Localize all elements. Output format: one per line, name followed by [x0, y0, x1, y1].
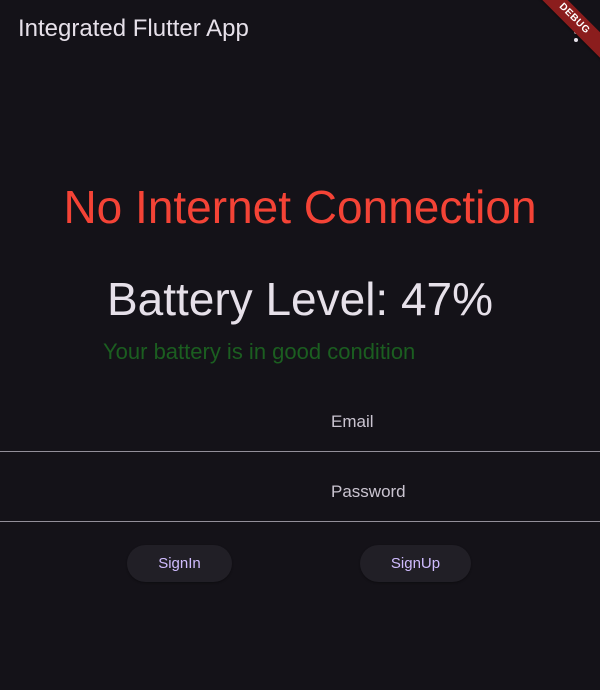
password-field[interactable]: Password	[0, 466, 600, 522]
email-field[interactable]: Email	[0, 396, 600, 452]
email-field-label: Email	[331, 412, 374, 431]
signup-button[interactable]: SignUp	[360, 545, 471, 582]
signin-button-label: SignIn	[158, 555, 201, 572]
battery-status-text: Your battery is in good condition	[103, 339, 416, 364]
password-field-label: Password	[331, 482, 406, 501]
battery-level-text: Battery Level: 47%	[106, 273, 494, 325]
menu-dot	[574, 38, 578, 42]
email-field-underline	[0, 451, 600, 452]
signup-button-label: SignUp	[390, 555, 441, 572]
app-window: Integrated Flutter App DEBUG No Internet…	[0, 0, 600, 690]
app-title: Integrated Flutter App	[18, 15, 249, 42]
app-bar: Integrated Flutter App	[0, 0, 600, 64]
connection-status-text: No Internet Connection	[63, 181, 537, 233]
signin-button[interactable]: SignIn	[127, 545, 232, 582]
password-field-underline	[0, 521, 600, 522]
